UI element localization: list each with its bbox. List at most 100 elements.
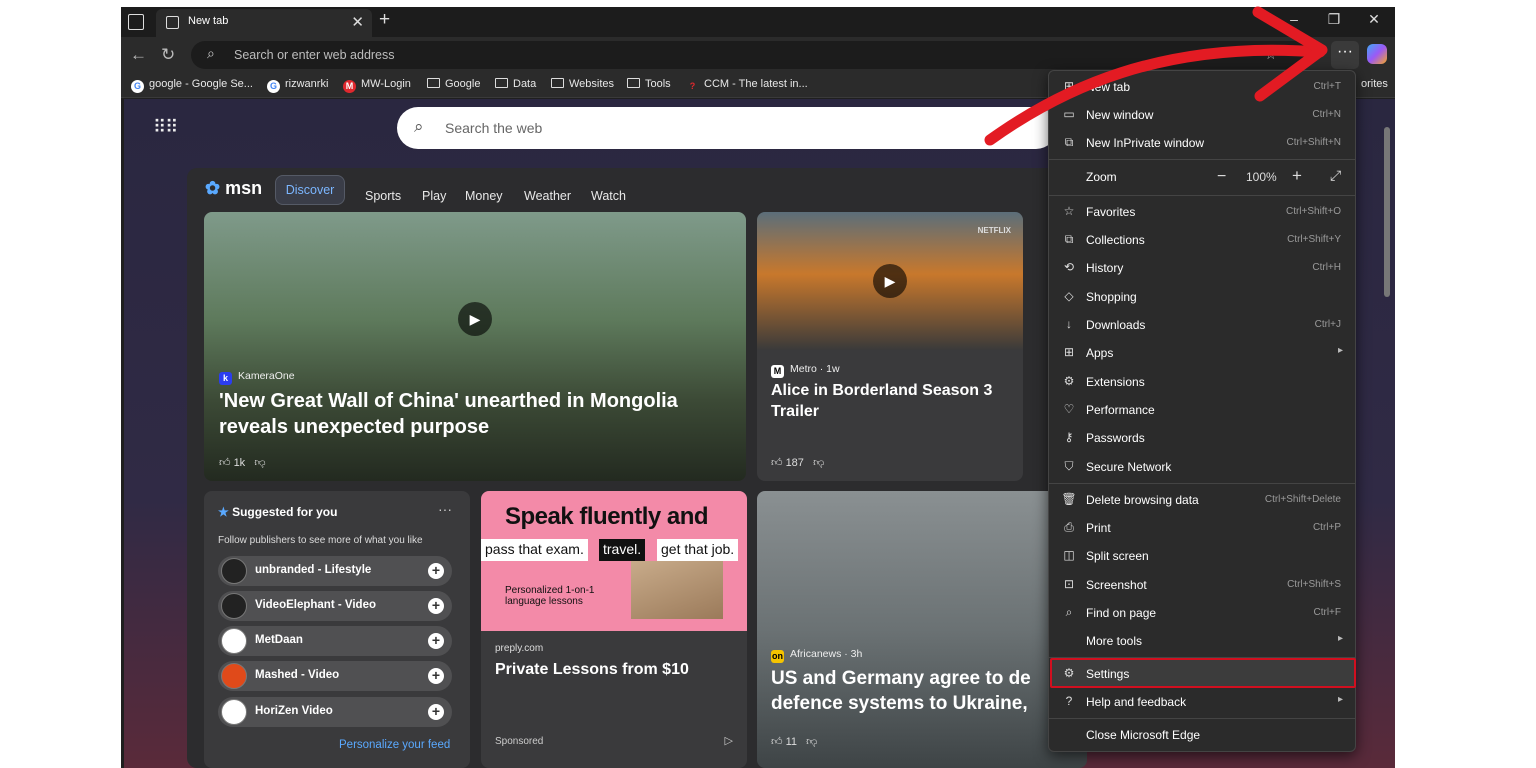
- menu-item-delete-browsing-data[interactable]: 🗑︎ Delete browsing data Ctrl+Shift+Delete: [1049, 486, 1355, 514]
- close-window-icon[interactable]: ✕: [1359, 11, 1389, 28]
- ad-choices-icon[interactable]: ▷: [725, 734, 733, 747]
- follow-plus-icon[interactable]: +: [428, 598, 444, 614]
- menu-item-performance[interactable]: ♡ Performance: [1049, 396, 1355, 424]
- publisher-item[interactable]: HoriZen Video +: [218, 697, 452, 727]
- bookmark-rizwanrki[interactable]: Grizwanrki: [267, 78, 328, 93]
- minimize-icon[interactable]: –: [1279, 11, 1309, 27]
- bookmark-ccm[interactable]: ? CCM - The latest in...: [686, 78, 808, 93]
- bookmark-folder-data[interactable]: Data: [495, 78, 536, 90]
- card2-likes[interactable]: 👍︎ 187 👎︎: [771, 456, 824, 469]
- hero-source: k KameraOne: [219, 370, 295, 385]
- sponsored-ad-card[interactable]: Speak fluently and pass that exam. trave…: [481, 491, 747, 768]
- msn-logo[interactable]: ✿ msn: [205, 178, 262, 199]
- menu-item-new-tab[interactable]: ⊞ New tab Ctrl+T: [1049, 73, 1355, 101]
- netflix-watermark: NETFLIX: [977, 226, 1011, 235]
- tab-play[interactable]: Play: [422, 189, 446, 203]
- menu-item-print[interactable]: ⎙ Print Ctrl+P: [1049, 514, 1355, 542]
- publisher-name: VideoElephant - Video: [255, 599, 376, 611]
- menu-item-collections[interactable]: ⧉ Collections Ctrl+Shift+Y: [1049, 226, 1355, 254]
- menu-item-settings[interactable]: ⚙ Settings: [1049, 660, 1355, 688]
- publisher-avatar: [221, 663, 247, 689]
- copilot-icon[interactable]: [1367, 44, 1387, 64]
- favorite-star-icon[interactable]: ☆: [1264, 46, 1277, 63]
- address-bar[interactable]: ⌕ Search or enter web address ☆: [191, 41, 1311, 69]
- tab-watch[interactable]: Watch: [591, 189, 626, 203]
- thumbs-down-icon[interactable]: 👎︎: [254, 457, 265, 469]
- restore-icon[interactable]: ❐: [1319, 11, 1349, 28]
- ad-title[interactable]: Private Lessons from $10: [495, 661, 689, 679]
- menu-item-history[interactable]: ⟲ History Ctrl+H: [1049, 254, 1355, 282]
- news-card-ukraine[interactable]: on Africanews · 3h US and Germany agree t…: [757, 491, 1087, 768]
- close-tab-icon[interactable]: ✕: [351, 13, 364, 31]
- more-options-icon[interactable]: ···: [438, 501, 452, 517]
- menu-item-new-inprivate-window[interactable]: ⧉ New InPrivate window Ctrl+Shift+N: [1049, 129, 1355, 157]
- folder-icon: [495, 78, 508, 88]
- fullscreen-icon[interactable]: ⤢: [1330, 167, 1341, 184]
- bookmark-folder-google[interactable]: Google: [427, 78, 480, 90]
- settings-and-more-button[interactable]: ···: [1331, 41, 1359, 69]
- bookmark-google-search[interactable]: Ggoogle - Google Se...: [131, 78, 253, 93]
- menu-item-help-and-feedback[interactable]: ? Help and feedback ▸: [1049, 688, 1355, 716]
- app-launcher-icon[interactable]: ⠿⠿: [153, 117, 178, 138]
- menu-item-secure-network[interactable]: ⛉ Secure Network: [1049, 453, 1355, 481]
- follow-plus-icon[interactable]: +: [428, 668, 444, 684]
- card4-source: on Africanews · 3h: [771, 648, 863, 663]
- follow-plus-icon[interactable]: +: [428, 633, 444, 649]
- thumbs-down-icon[interactable]: 👎︎: [813, 457, 824, 469]
- tab-actions-icon[interactable]: [128, 14, 144, 30]
- menu-item-favorites[interactable]: ☆ Favorites Ctrl+Shift+O: [1049, 198, 1355, 226]
- menu-item-screenshot[interactable]: ⊡ Screenshot Ctrl+Shift+S: [1049, 571, 1355, 599]
- personalize-feed-link[interactable]: Personalize your feed: [339, 739, 450, 751]
- menu-item-more-tools[interactable]: More tools ▸: [1049, 627, 1355, 655]
- new-tab-plus-icon[interactable]: +: [379, 9, 390, 31]
- tab-weather[interactable]: Weather: [524, 189, 571, 203]
- menu-item-split-screen[interactable]: ◫ Split screen: [1049, 542, 1355, 570]
- back-icon[interactable]: ←: [130, 45, 147, 65]
- play-icon[interactable]: ▶: [458, 302, 492, 336]
- menu-item-close-microsoft-edge[interactable]: Close Microsoft Edge: [1049, 721, 1355, 749]
- follow-plus-icon[interactable]: +: [428, 704, 444, 720]
- menu-item-shopping[interactable]: ◇ Shopping: [1049, 283, 1355, 311]
- play-icon[interactable]: ▶: [873, 264, 907, 298]
- bookmark-folder-websites[interactable]: Websites: [551, 78, 614, 90]
- menu-item-downloads[interactable]: ↓ Downloads Ctrl+J: [1049, 311, 1355, 339]
- zoom-in-icon[interactable]: +: [1292, 166, 1302, 186]
- publisher-item[interactable]: unbranded - Lifestyle +: [218, 556, 452, 586]
- print-icon: ⎙: [1064, 520, 1074, 534]
- publisher-item[interactable]: VideoElephant - Video +: [218, 591, 452, 621]
- tab-discover[interactable]: Discover: [275, 175, 345, 205]
- tab-new-tab[interactable]: New tab ✕: [156, 9, 372, 37]
- card4-likes[interactable]: 👍︎ 11 👎︎: [771, 735, 817, 748]
- news-card-alice[interactable]: NETFLIX ▶ M Metro · 1w Alice in Borderlan…: [757, 212, 1023, 481]
- publisher-avatar: [221, 558, 247, 584]
- refresh-icon[interactable]: ↻: [161, 45, 175, 65]
- publisher-name: Mashed - Video: [255, 669, 340, 681]
- menu-item-passwords[interactable]: ⚷ Passwords: [1049, 424, 1355, 452]
- tab-sports[interactable]: Sports: [365, 189, 401, 203]
- page-scrollbar[interactable]: [1383, 109, 1391, 759]
- scrollbar-thumb[interactable]: [1384, 127, 1390, 297]
- web-search-box[interactable]: ⌕ Search the web: [397, 107, 1057, 149]
- menu-item-new-window[interactable]: ▭ New window Ctrl+N: [1049, 101, 1355, 129]
- card2-headline[interactable]: Alice in Borderland Season 3 Trailer: [771, 381, 1011, 423]
- hero-likes[interactable]: 👍︎ 1k 👎︎: [219, 456, 266, 469]
- zoom-out-icon[interactable]: −: [1217, 168, 1226, 186]
- follow-plus-icon[interactable]: +: [428, 563, 444, 579]
- tab-money[interactable]: Money: [465, 189, 503, 203]
- hero-headline[interactable]: 'New Great Wall of China' unearthed in M…: [219, 388, 719, 440]
- kameraone-icon: k: [219, 372, 232, 385]
- hero-news-card[interactable]: ▶ k KameraOne 'New Great Wall of China' u…: [204, 212, 746, 481]
- bookmark-mw-login[interactable]: M MW-Login: [343, 78, 411, 93]
- publisher-item[interactable]: MetDaan +: [218, 626, 452, 656]
- menu-item-find-on-page[interactable]: ⌕ Find on page Ctrl+F: [1049, 599, 1355, 627]
- menu-item-extensions[interactable]: ⚙ Extensions: [1049, 368, 1355, 396]
- title-bar: New tab ✕ + – ❐ ✕: [121, 7, 1395, 37]
- bookmark-favorites-overflow[interactable]: orites: [1361, 78, 1388, 90]
- thumbs-down-icon[interactable]: 👎︎: [806, 736, 817, 748]
- folder-icon: [551, 78, 564, 88]
- bookmark-folder-tools[interactable]: Tools: [627, 78, 671, 90]
- publisher-item[interactable]: Mashed - Video +: [218, 661, 452, 691]
- card4-headline[interactable]: US and Germany agree to de defence syste…: [771, 667, 1071, 716]
- menu-item-apps[interactable]: ⊞ Apps ▸: [1049, 339, 1355, 367]
- screenshot-icon: ⊡: [1063, 577, 1075, 591]
